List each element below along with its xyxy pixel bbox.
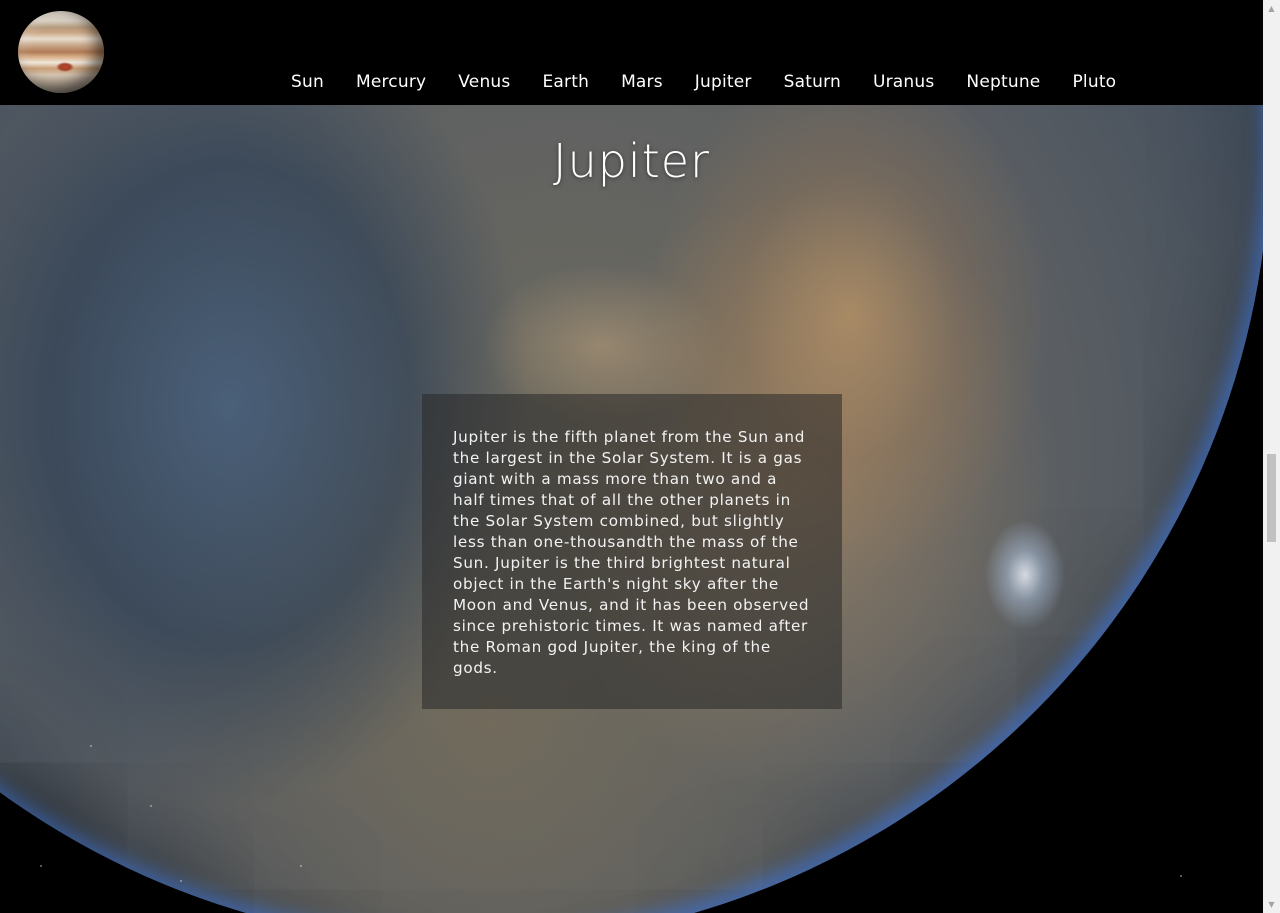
scroll-thumb[interactable] [1267,454,1276,542]
nav-item-jupiter[interactable]: Jupiter [679,71,768,93]
nav-item-mercury[interactable]: Mercury [340,71,442,93]
nav-item-venus[interactable]: Venus [442,71,526,93]
nav-item-uranus[interactable]: Uranus [857,71,950,93]
description-box: Jupiter is the fifth planet from the Sun… [422,394,842,709]
jupiter-logo-icon[interactable] [18,11,104,93]
scroll-down-arrow-icon[interactable]: ▼ [1263,896,1280,913]
description-text: Jupiter is the fifth planet from the Sun… [453,428,810,677]
main-nav: Sun Mercury Venus Earth Mars Jupiter Sat… [275,71,1132,93]
nav-item-earth[interactable]: Earth [526,71,605,93]
nav-item-saturn[interactable]: Saturn [768,71,857,93]
nav-item-neptune[interactable]: Neptune [950,71,1056,93]
site-header: Sun Mercury Venus Earth Mars Jupiter Sat… [0,0,1263,105]
nav-item-sun[interactable]: Sun [275,71,340,93]
nav-item-pluto[interactable]: Pluto [1056,71,1132,93]
nav-item-mars[interactable]: Mars [605,71,679,93]
vertical-scrollbar[interactable]: ▲ ▼ [1263,0,1280,913]
scroll-up-arrow-icon[interactable]: ▲ [1263,0,1280,17]
page-title: Jupiter [553,134,710,188]
page: Sun Mercury Venus Earth Mars Jupiter Sat… [0,0,1280,913]
